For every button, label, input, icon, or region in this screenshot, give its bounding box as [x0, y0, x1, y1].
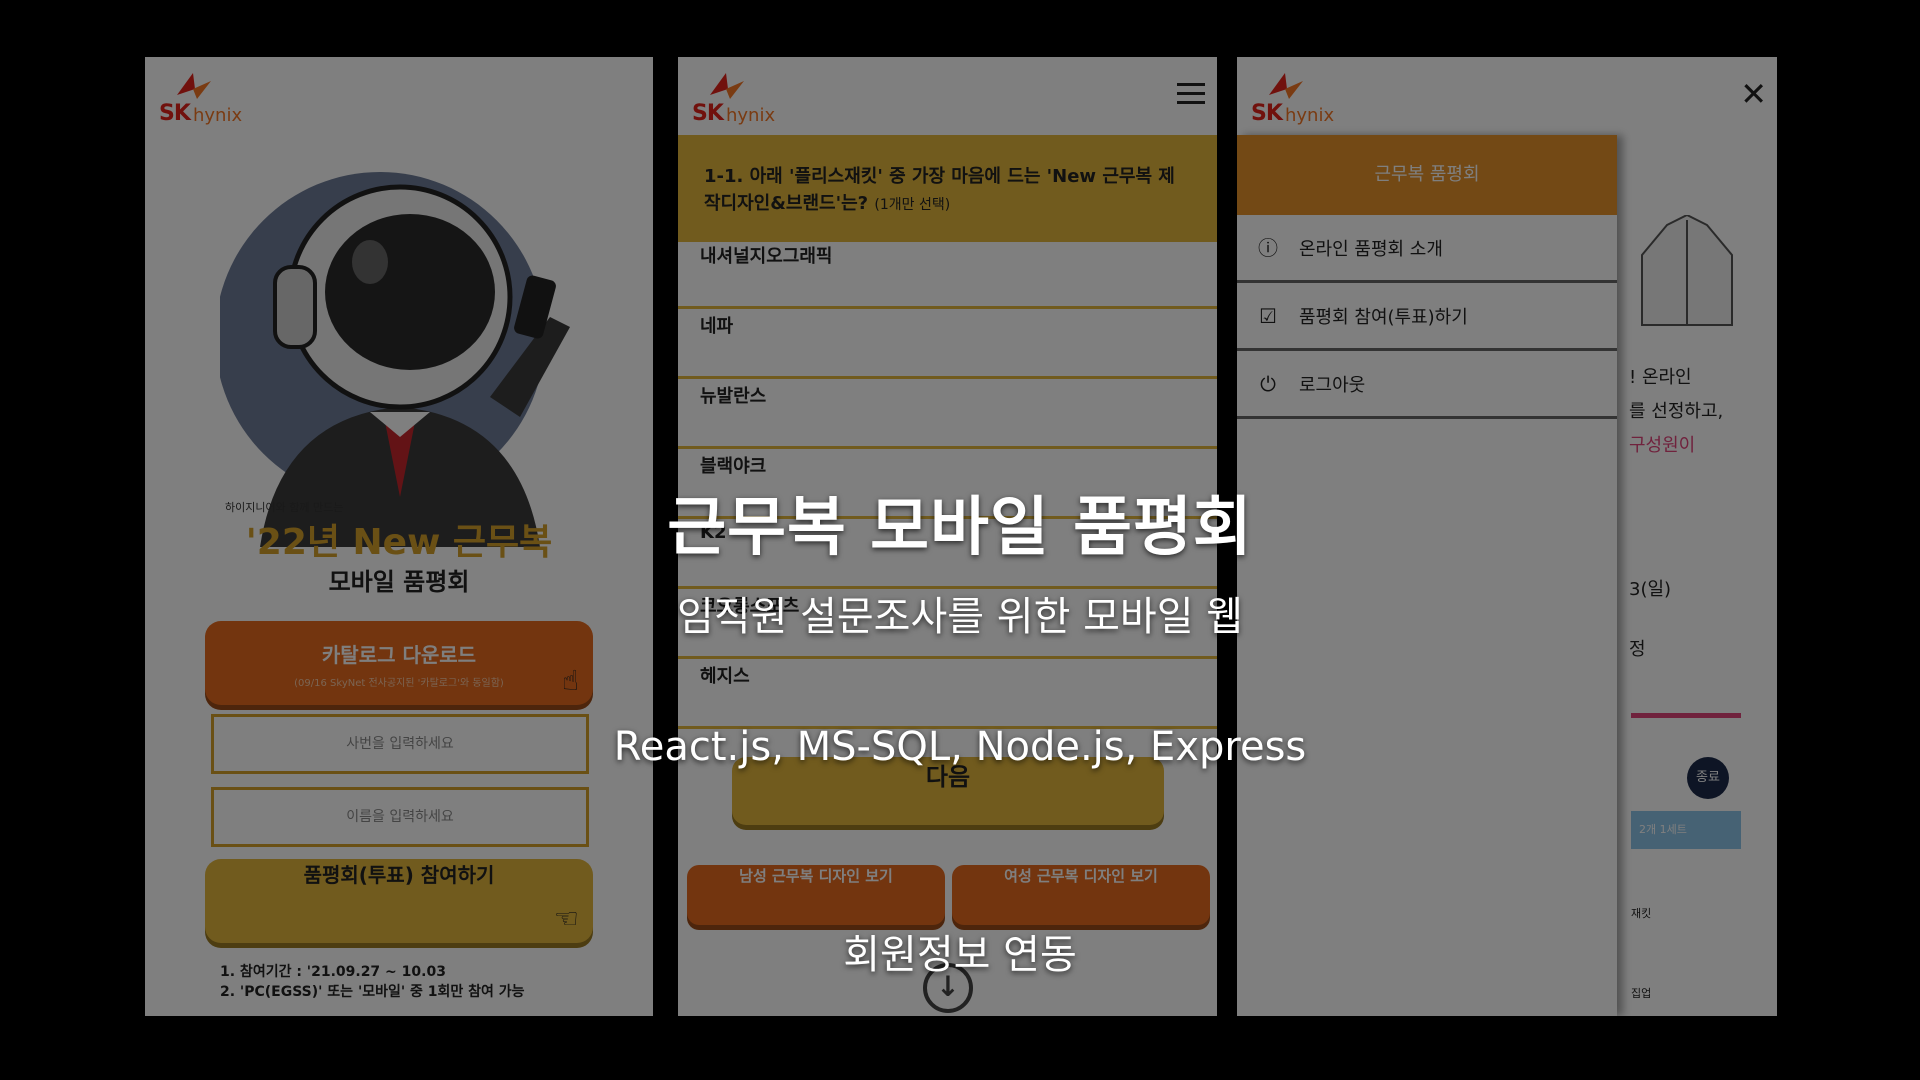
- hero-feature: 회원정보 연동: [843, 932, 1077, 978]
- hero-subtitle: 임직원 설문조사를 위한 모바일 웹: [676, 594, 1244, 640]
- hero-title: 근무복 모바일 품평회: [667, 491, 1253, 565]
- hero-tech-stack: React.js, MS-SQL, Node.js, Express: [613, 724, 1307, 770]
